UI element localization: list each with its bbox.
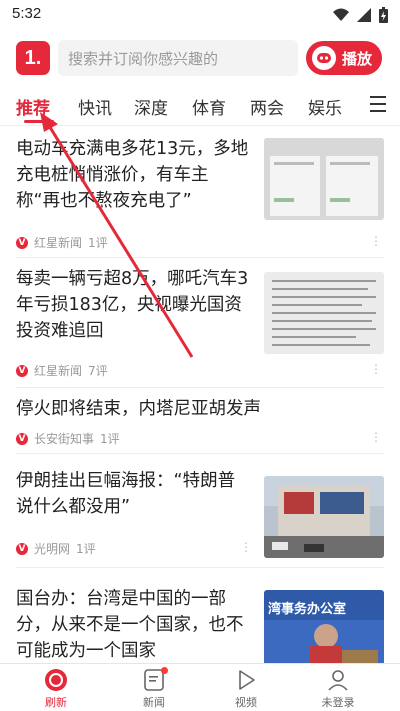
news-comments: 1评	[76, 542, 96, 556]
thumbnail-caption: 湾事务办公室	[268, 602, 347, 617]
tab-flash[interactable]: 快讯	[78, 94, 112, 119]
news-badge	[161, 667, 168, 674]
robot-icon	[312, 46, 336, 70]
news-thumbnail[interactable]	[264, 138, 384, 220]
news-comments: 7评	[88, 364, 108, 378]
play-button[interactable]: 播放	[306, 41, 382, 75]
news-comments: 1评	[100, 432, 120, 446]
app-logo[interactable]: 1.	[16, 41, 50, 75]
nav-refresh-label: 刷新	[45, 696, 67, 709]
more-options-icon[interactable]: ⋮	[370, 234, 382, 248]
news-feed[interactable]: 电动车充满电多花13元，多地充电桩悄悄涨价，有车主称“再也不熬夜充电了” V 红…	[0, 128, 400, 663]
wifi-icon	[333, 8, 349, 21]
news-title[interactable]: 国台办：台湾是中国的一部分，从来不是一个国家，也不可能成为一个国家	[16, 586, 252, 663]
tab-entertainment[interactable]: 娱乐	[308, 94, 342, 119]
tab-two-sessions[interactable]: 两会	[250, 94, 284, 119]
source-badge-icon: V	[16, 364, 28, 377]
nav-video[interactable]: 视频	[206, 668, 286, 710]
news-item[interactable]: 每卖一辆亏超8万，哪吒汽车3年亏损183亿，央视曝光国资投资难追回 V 红星新闻…	[16, 266, 384, 388]
news-title[interactable]: 伊朗挂出巨幅海报：“特朗普说什么都没用”	[16, 468, 252, 520]
nav-refresh[interactable]: 刷新	[16, 668, 96, 710]
nav-news[interactable]: 新闻	[114, 667, 194, 710]
news-thumbnail[interactable]	[264, 476, 384, 558]
search-placeholder: 搜索并订阅你感兴趣的	[68, 49, 219, 68]
news-meta: V 红星新闻 7评	[16, 362, 108, 379]
news-meta: V 光明网 1评	[16, 540, 96, 557]
refresh-icon	[44, 668, 68, 692]
nav-news-label: 新闻	[143, 696, 165, 709]
battery-icon	[379, 7, 388, 23]
news-thumbnail[interactable]	[264, 272, 384, 354]
news-item[interactable]: 伊朗挂出巨幅海报：“特朗普说什么都没用” V 光明网 1评 ⋮	[16, 468, 384, 568]
news-item[interactable]: 国台办：台湾是中国的一部分，从来不是一个国家，也不可能成为一个国家 湾事务办公室	[16, 586, 384, 663]
source-badge-icon: V	[16, 432, 28, 445]
video-icon	[234, 668, 258, 692]
news-item[interactable]: 电动车充满电多花13元，多地充电桩悄悄涨价，有车主称“再也不熬夜充电了” V 红…	[16, 136, 384, 258]
more-options-icon[interactable]: ⋮	[370, 430, 382, 444]
status-icons	[333, 7, 388, 23]
bottom-nav: 刷新 新闻 视频 未登录	[0, 663, 400, 711]
news-source: 红星新闻	[34, 364, 83, 378]
source-badge-icon: V	[16, 542, 28, 555]
signal-icon	[357, 8, 371, 22]
header: 1. 搜索并订阅你感兴趣的 播放	[0, 34, 400, 82]
status-bar: 5:32	[0, 0, 400, 30]
news-source: 红星新闻	[34, 236, 83, 250]
user-icon	[326, 668, 350, 692]
news-source: 光明网	[34, 542, 71, 556]
news-item[interactable]: 停火即将结束，内塔尼亚胡发声 V 长安街知事 1评 ⋮	[16, 396, 384, 454]
more-options-icon[interactable]: ⋮	[240, 540, 252, 554]
news-thumbnail[interactable]: 湾事务办公室	[264, 590, 384, 663]
search-input[interactable]: 搜索并订阅你感兴趣的	[58, 40, 298, 76]
news-title[interactable]: 电动车充满电多花13元，多地充电桩悄悄涨价，有车主称“再也不熬夜充电了”	[16, 136, 252, 214]
news-source: 长安街知事	[34, 432, 95, 446]
source-badge-icon: V	[16, 236, 28, 249]
status-time: 5:32	[12, 5, 42, 22]
nav-user-label: 未登录	[321, 696, 355, 709]
news-meta: V 长安街知事 1评	[16, 430, 120, 447]
news-icon	[142, 667, 168, 692]
play-label: 播放	[342, 49, 373, 68]
news-comments: 1评	[88, 236, 108, 250]
news-title[interactable]: 停火即将结束，内塔尼亚胡发声	[16, 396, 384, 422]
tab-sports[interactable]: 体育	[192, 94, 226, 119]
tab-recommend[interactable]: 推荐	[16, 94, 50, 119]
news-meta: V 红星新闻 1评	[16, 234, 108, 251]
menu-icon[interactable]	[370, 96, 386, 112]
tab-depth[interactable]: 深度	[134, 94, 168, 119]
news-title[interactable]: 每卖一辆亏超8万，哪吒汽车3年亏损183亿，央视曝光国资投资难追回	[16, 266, 252, 344]
nav-video-label: 视频	[235, 696, 257, 709]
tab-indicator	[24, 120, 54, 123]
more-options-icon[interactable]: ⋮	[370, 362, 382, 376]
channel-tabs: 推荐 快讯 深度 体育 两会 娱乐	[0, 86, 400, 126]
nav-user[interactable]: 未登录	[298, 668, 378, 710]
